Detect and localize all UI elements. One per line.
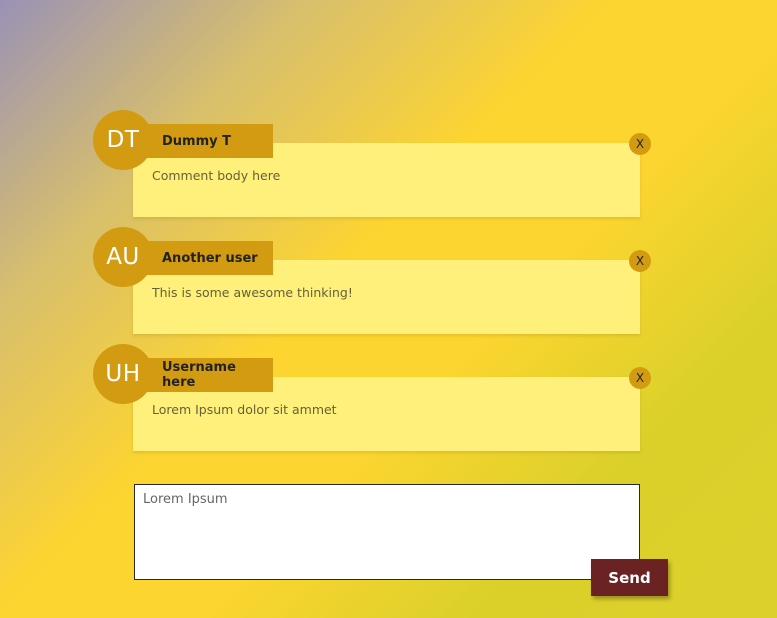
comment-author: Username here (133, 358, 273, 392)
avatar: AU (93, 227, 153, 287)
delete-comment-button[interactable]: X (629, 367, 651, 389)
comment-author: Dummy T (133, 124, 273, 158)
comment-body: This is some awesome thinking! (152, 285, 353, 300)
avatar: DT (93, 110, 153, 170)
comment-item: DT Dummy T Comment body here X (93, 110, 653, 220)
comment-author: Another user (133, 241, 273, 275)
close-icon: X (635, 371, 645, 385)
close-icon: X (635, 254, 645, 268)
close-icon: X (635, 137, 645, 151)
comment-body: Comment body here (152, 168, 281, 183)
comment-item: AU Another user This is some awesome thi… (93, 227, 653, 337)
send-button[interactable]: Send (591, 559, 668, 596)
comment-body: Lorem Ipsum dolor sit ammet (152, 402, 337, 417)
comment-item: UH Username here Lorem Ipsum dolor sit a… (93, 344, 653, 454)
avatar: UH (93, 344, 153, 404)
delete-comment-button[interactable]: X (629, 133, 651, 155)
comment-input[interactable]: Lorem Ipsum (134, 484, 640, 580)
delete-comment-button[interactable]: X (629, 250, 651, 272)
